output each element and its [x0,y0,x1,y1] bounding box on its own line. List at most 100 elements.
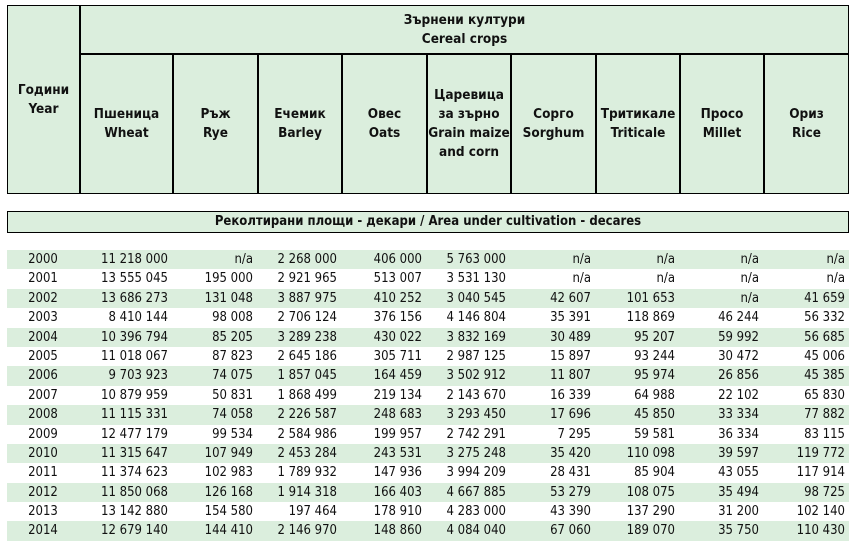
col-header-oats: Овес Oats [367,106,402,141]
cell-grain-maize: 3 994 209 [446,465,506,481]
cell-grain-maize: 4 084 040 [446,523,506,539]
cell-wheat: 11 018 067 [101,348,168,364]
cell-grain-maize: 3 531 130 [446,271,506,287]
cell-rye: 74 058 [212,407,253,423]
cell-sorghum: 67 060 [550,523,591,539]
cell-wheat: 11 374 623 [101,465,168,481]
cell-rice: 41 659 [804,290,845,306]
cell-oats: 219 134 [373,387,422,403]
cell-triticale: 137 290 [626,504,675,520]
cell-wheat: 12 477 179 [101,426,168,442]
cell-rice: 77 882 [804,407,845,423]
cell-rye: 87 823 [212,348,253,364]
cell-wheat: 10 879 959 [101,387,168,403]
cell-oats: 166 403 [373,484,422,500]
cell-oats: 147 936 [373,465,422,481]
year-cell: 2012 [28,484,58,500]
cell-barley: 3 887 975 [277,290,337,306]
year-cell: 2002 [28,290,58,306]
cell-sorghum: 30 489 [550,329,591,345]
cell-triticale: 45 850 [634,407,675,423]
cell-grain-maize: 3 040 545 [446,290,506,306]
year-cell: 2000 [28,252,58,267]
cell-rye: 50 831 [212,387,253,403]
cell-rye: 195 000 [204,271,253,287]
cell-rye: 102 983 [204,465,253,481]
cell-millet: 31 200 [718,504,759,520]
cell-millet: n/a [740,290,759,306]
cell-millet: 26 856 [718,368,759,384]
cell-oats: 376 156 [373,310,422,326]
col-header-millet: Просо Millet [700,106,744,141]
cell-wheat: 11 315 647 [101,445,168,461]
cell-wheat: 13 686 273 [101,290,168,306]
cell-barley: 2 453 284 [277,445,337,461]
cell-sorghum: 16 339 [550,387,591,403]
cell-oats: 164 459 [373,368,422,384]
cell-millet: 30 472 [718,348,759,364]
cell-oats: 513 007 [373,271,422,287]
table-row: 2004 10 396 794 85 205 3 289 238 430 022 3 83… [7,327,849,347]
cell-oats: 178 910 [373,504,422,520]
section-title: Реколтирани площи - декари / Area under … [7,211,849,233]
table-row: 2000 11 218 000 n/a 2 268 000 406 000 5 763 0… [7,250,849,270]
cell-oats: 248 683 [373,407,422,423]
year-cell: 2009 [28,426,58,442]
cell-triticale: 85 904 [634,465,675,481]
cell-wheat: 10 396 794 [101,329,168,345]
year-cell: 2001 [28,271,58,287]
cell-grain-maize: 4 667 885 [446,484,506,500]
cereal-crops-header: Зърнени култури Cereal crops [403,11,526,47]
cell-rice: 83 115 [804,426,845,442]
cell-grain-maize: 3 832 169 [446,329,506,345]
cell-rye: n/a [234,252,253,267]
cell-rice: n/a [826,252,845,267]
cell-sorghum: n/a [572,252,591,267]
cell-grain-maize: 2 742 291 [446,426,506,442]
cell-triticale: 101 653 [626,290,675,306]
cell-rice: 65 830 [804,387,845,403]
cell-sorghum: 53 279 [550,484,591,500]
table-row: 2012 11 850 068 126 168 1 914 318 166 403 4 6… [7,482,849,503]
cell-wheat: 9 703 923 [108,368,168,384]
cell-barley: 3 289 238 [277,329,337,345]
cell-sorghum: 17 696 [550,407,591,423]
cell-triticale: 95 974 [634,368,675,384]
year-cell: 2011 [28,465,58,481]
cell-millet: 46 244 [718,310,759,326]
data-table-body: 2000 11 218 000 n/a 2 268 000 406 000 5 763 0… [7,250,849,541]
cell-millet: 36 334 [718,426,759,442]
col-header-sorghum: Сорго Sorghum [522,106,585,141]
col-header-wheat: Пшеница Wheat [93,106,160,141]
table-row: 2014 12 679 140 144 410 2 146 970 148 860 4 0… [7,521,849,541]
table-row: 2006 9 703 923 74 075 1 857 045 164 459 3 502… [7,366,849,386]
cell-wheat: 11 115 331 [101,407,168,423]
table-row: 2013 13 142 880 154 580 197 464 178 910 4 283… [7,502,849,521]
cell-barley: 2 226 587 [277,407,337,423]
table-row: 2010 11 315 647 107 949 2 453 284 243 531 3 2… [7,443,849,464]
col-header-rice: Ориз Rice [789,106,824,141]
cell-millet: 33 334 [718,407,759,423]
table-row: 2011 11 374 623 102 983 1 789 932 147 936 3 9… [7,463,849,482]
years-header: Години Year [17,81,70,117]
cell-triticale: 93 244 [634,348,675,364]
cell-sorghum: 35 391 [550,310,591,326]
table-row: 2009 12 477 179 99 534 2 584 986 199 957 2 74… [7,425,849,444]
cell-rye: 107 949 [204,445,253,461]
cell-rice: 56 685 [804,329,845,345]
cell-wheat: 12 679 140 [101,523,168,539]
cell-triticale: 108 075 [626,484,675,500]
cell-millet: n/a [740,252,759,267]
year-cell: 2006 [28,368,58,384]
col-header-grain-maize: Царевица за зърно Grain maize and corn [428,87,510,160]
cell-wheat: 11 218 000 [101,252,168,267]
table-row: 2005 11 018 067 87 823 2 645 186 305 711 2 98… [7,347,849,366]
year-cell: 2008 [28,407,58,423]
cell-rice: 45 385 [804,368,845,384]
cell-barley: 2 706 124 [277,310,337,326]
cell-sorghum: 35 420 [550,445,591,461]
cell-barley: 2 146 970 [277,523,337,539]
cell-barley: 1 868 499 [277,387,337,403]
cell-grain-maize: 2 143 670 [446,387,506,403]
cell-barley: 1 914 318 [277,484,337,500]
